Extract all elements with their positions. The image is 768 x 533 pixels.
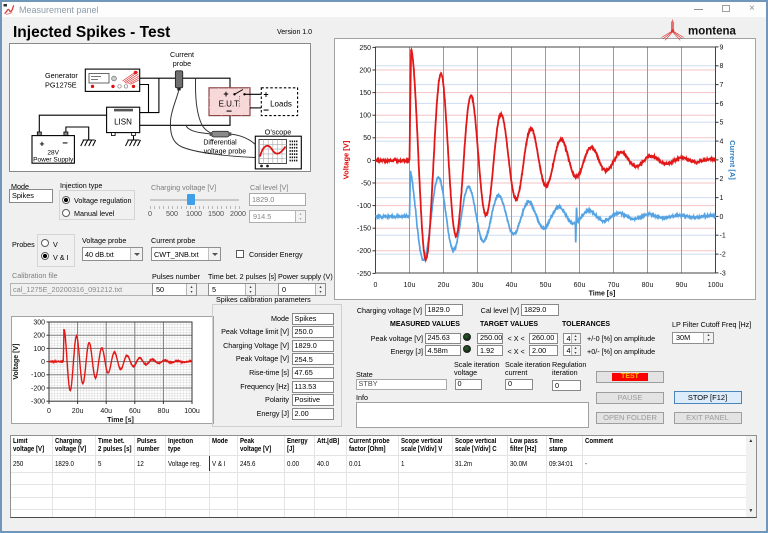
- svg-text:0: 0: [374, 282, 378, 289]
- svg-text:Loads: Loads: [270, 100, 292, 109]
- svg-text:Power Supply: Power Supply: [33, 157, 74, 164]
- svg-text:+: +: [40, 139, 45, 149]
- svg-text:−: −: [62, 138, 68, 149]
- svg-text:−: −: [263, 106, 269, 117]
- svg-text:-100: -100: [357, 203, 371, 210]
- svg-text:80u: 80u: [642, 282, 654, 289]
- svg-text:-2: -2: [720, 252, 726, 259]
- svg-text:Time [s]: Time [s]: [589, 291, 616, 298]
- svg-text:-200: -200: [357, 248, 371, 255]
- svg-text:150: 150: [359, 90, 371, 97]
- svg-text:20u: 20u: [438, 282, 450, 289]
- svg-text:voltage probe: voltage probe: [204, 149, 247, 156]
- svg-text:10u: 10u: [404, 282, 416, 289]
- svg-text:90u: 90u: [676, 282, 688, 289]
- svg-text:50: 50: [363, 135, 371, 142]
- svg-text:-50: -50: [361, 180, 371, 187]
- svg-text:200: 200: [359, 67, 371, 74]
- svg-text:+: +: [263, 90, 268, 100]
- svg-text:−: −: [226, 107, 232, 118]
- svg-text:+: +: [223, 89, 228, 99]
- svg-text:7: 7: [720, 82, 724, 89]
- svg-text:Generator: Generator: [45, 71, 78, 80]
- svg-text:50u: 50u: [540, 282, 552, 289]
- svg-text:30u: 30u: [472, 282, 484, 289]
- svg-text:5: 5: [720, 120, 724, 127]
- svg-text:1: 1: [720, 195, 724, 202]
- svg-text:0: 0: [367, 158, 371, 165]
- svg-text:probe: probe: [173, 59, 191, 68]
- svg-text:-3: -3: [720, 270, 726, 277]
- svg-text:-1: -1: [720, 233, 726, 240]
- svg-text:montena: montena: [688, 26, 737, 38]
- svg-text:250: 250: [359, 45, 371, 52]
- svg-text:70u: 70u: [608, 282, 620, 289]
- svg-text:-250: -250: [357, 271, 371, 278]
- svg-text:2: 2: [720, 176, 724, 183]
- svg-text:100u: 100u: [708, 282, 724, 289]
- svg-text:6: 6: [720, 101, 724, 108]
- svg-text:LISN: LISN: [114, 118, 132, 127]
- svg-text:Current [A]: Current [A]: [728, 140, 737, 180]
- svg-text:4: 4: [720, 139, 724, 146]
- svg-text:0: 0: [720, 214, 724, 221]
- svg-text:Differential: Differential: [203, 140, 237, 147]
- svg-text:28V: 28V: [47, 150, 59, 157]
- svg-text:O’scope: O’scope: [265, 128, 292, 137]
- svg-text:-150: -150: [357, 226, 371, 233]
- svg-text:Voltage [V]: Voltage [V]: [342, 140, 351, 179]
- svg-text:60u: 60u: [574, 282, 586, 289]
- svg-text:9: 9: [720, 44, 724, 51]
- svg-text:Current: Current: [170, 50, 194, 59]
- svg-text:100: 100: [359, 113, 371, 120]
- svg-text:PG1275E: PG1275E: [45, 81, 77, 90]
- svg-text:40u: 40u: [506, 282, 518, 289]
- svg-text:Time [s]: Time [s]: [107, 417, 134, 424]
- svg-text:3: 3: [720, 157, 724, 164]
- svg-text:8: 8: [720, 63, 724, 70]
